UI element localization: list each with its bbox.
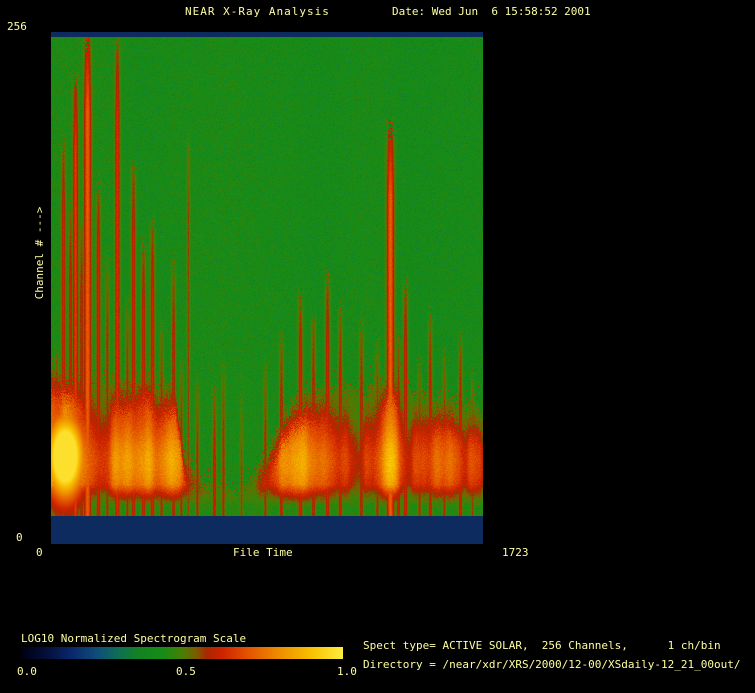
x-axis-title: File Time bbox=[233, 546, 293, 559]
colorbar-title: LOG10 Normalized Spectrogram Scale bbox=[21, 632, 247, 645]
y-axis-title: Channel # ---> bbox=[32, 206, 46, 300]
page-title: NEAR X-Ray Analysis bbox=[185, 5, 330, 18]
colorbar-tick-min: 0.0 bbox=[17, 665, 37, 678]
spectrogram-image bbox=[51, 32, 483, 544]
x-axis-max-label: 1723 bbox=[502, 546, 529, 559]
colorbar-tick-max: 1.0 bbox=[337, 665, 357, 678]
y-axis-min-label: 0 bbox=[16, 531, 23, 544]
date-label: Date: Wed Jun 6 15:58:52 2001 bbox=[392, 5, 591, 18]
near-xray-analysis-window: NEAR X-Ray Analysis Date: Wed Jun 6 15:5… bbox=[0, 0, 755, 693]
spect-type-line: Spect type= ACTIVE SOLAR, 256 Channels, … bbox=[363, 639, 721, 652]
colorbar-gradient bbox=[22, 647, 343, 659]
colorbar-tick-mid: 0.5 bbox=[176, 665, 196, 678]
x-axis-min-label: 0 bbox=[36, 546, 43, 559]
directory-line: Directory = /near/xdr/XRS/2000/12-00/XSd… bbox=[363, 658, 741, 671]
y-axis-max-label: 256 bbox=[7, 20, 27, 33]
